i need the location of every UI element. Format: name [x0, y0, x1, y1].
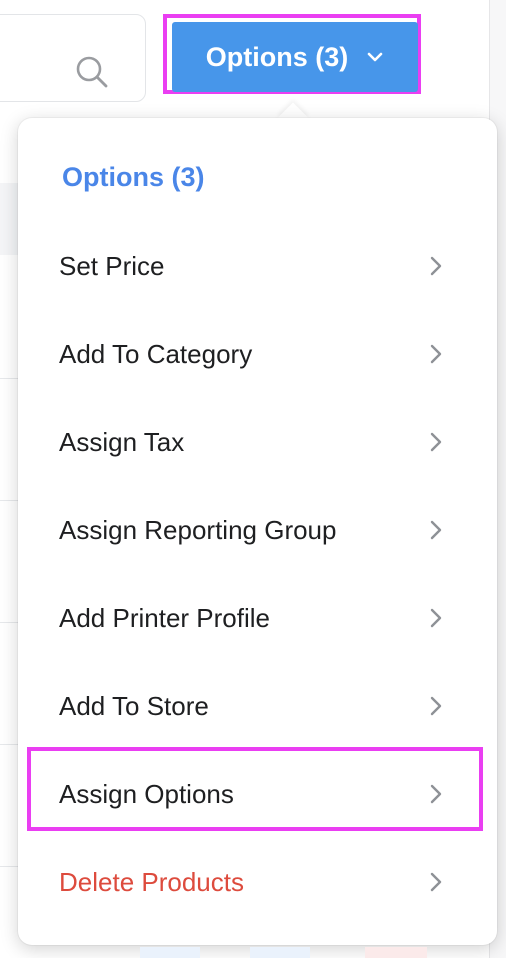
menu-item-set-price[interactable]: Set Price [18, 222, 497, 310]
search-icon[interactable] [75, 55, 109, 89]
chevron-down-icon [367, 52, 383, 62]
chevron-right-icon [430, 696, 442, 716]
menu-item-label: Assign Tax [59, 427, 185, 457]
background-chip [140, 947, 200, 958]
menu-item-label: Add Printer Profile [59, 603, 270, 633]
menu-item-label: Add To Category [59, 339, 253, 369]
menu-item-label: Add To Store [59, 691, 209, 721]
background-chip [365, 947, 427, 958]
chevron-right-icon [430, 872, 442, 892]
chevron-right-icon [430, 784, 442, 804]
dropdown-title: Options (3) [62, 162, 205, 192]
chevron-right-icon [430, 256, 442, 276]
search-input[interactable] [0, 14, 146, 102]
menu-item-label: Delete Products [59, 867, 244, 897]
background-chip [250, 947, 310, 958]
chevron-right-icon [430, 344, 442, 364]
chevron-right-icon [430, 520, 442, 540]
menu-item-assign-options[interactable]: Assign Options [18, 750, 497, 838]
menu-item-label: Assign Options [59, 779, 234, 809]
menu-item-assign-reporting-group[interactable]: Assign Reporting Group [18, 486, 497, 574]
menu-item-add-to-store[interactable]: Add To Store [18, 662, 497, 750]
options-button[interactable]: Options (3) [172, 22, 418, 92]
menu-item-add-to-category[interactable]: Add To Category [18, 310, 497, 398]
options-dropdown-menu: Options (3) Set Price Add To Category As… [18, 118, 497, 945]
menu-item-add-printer-profile[interactable]: Add Printer Profile [18, 574, 497, 662]
chevron-right-icon [430, 608, 442, 628]
options-button-label: Options (3) [205, 41, 349, 72]
menu-item-label: Set Price [59, 251, 165, 281]
chevron-right-icon [430, 432, 442, 452]
screen: Options (3) Options (3) Set Price Add To… [0, 0, 506, 958]
menu-item-delete-products[interactable]: Delete Products [18, 838, 497, 926]
menu-item-label: Assign Reporting Group [59, 515, 337, 545]
menu-item-assign-tax[interactable]: Assign Tax [18, 398, 497, 486]
